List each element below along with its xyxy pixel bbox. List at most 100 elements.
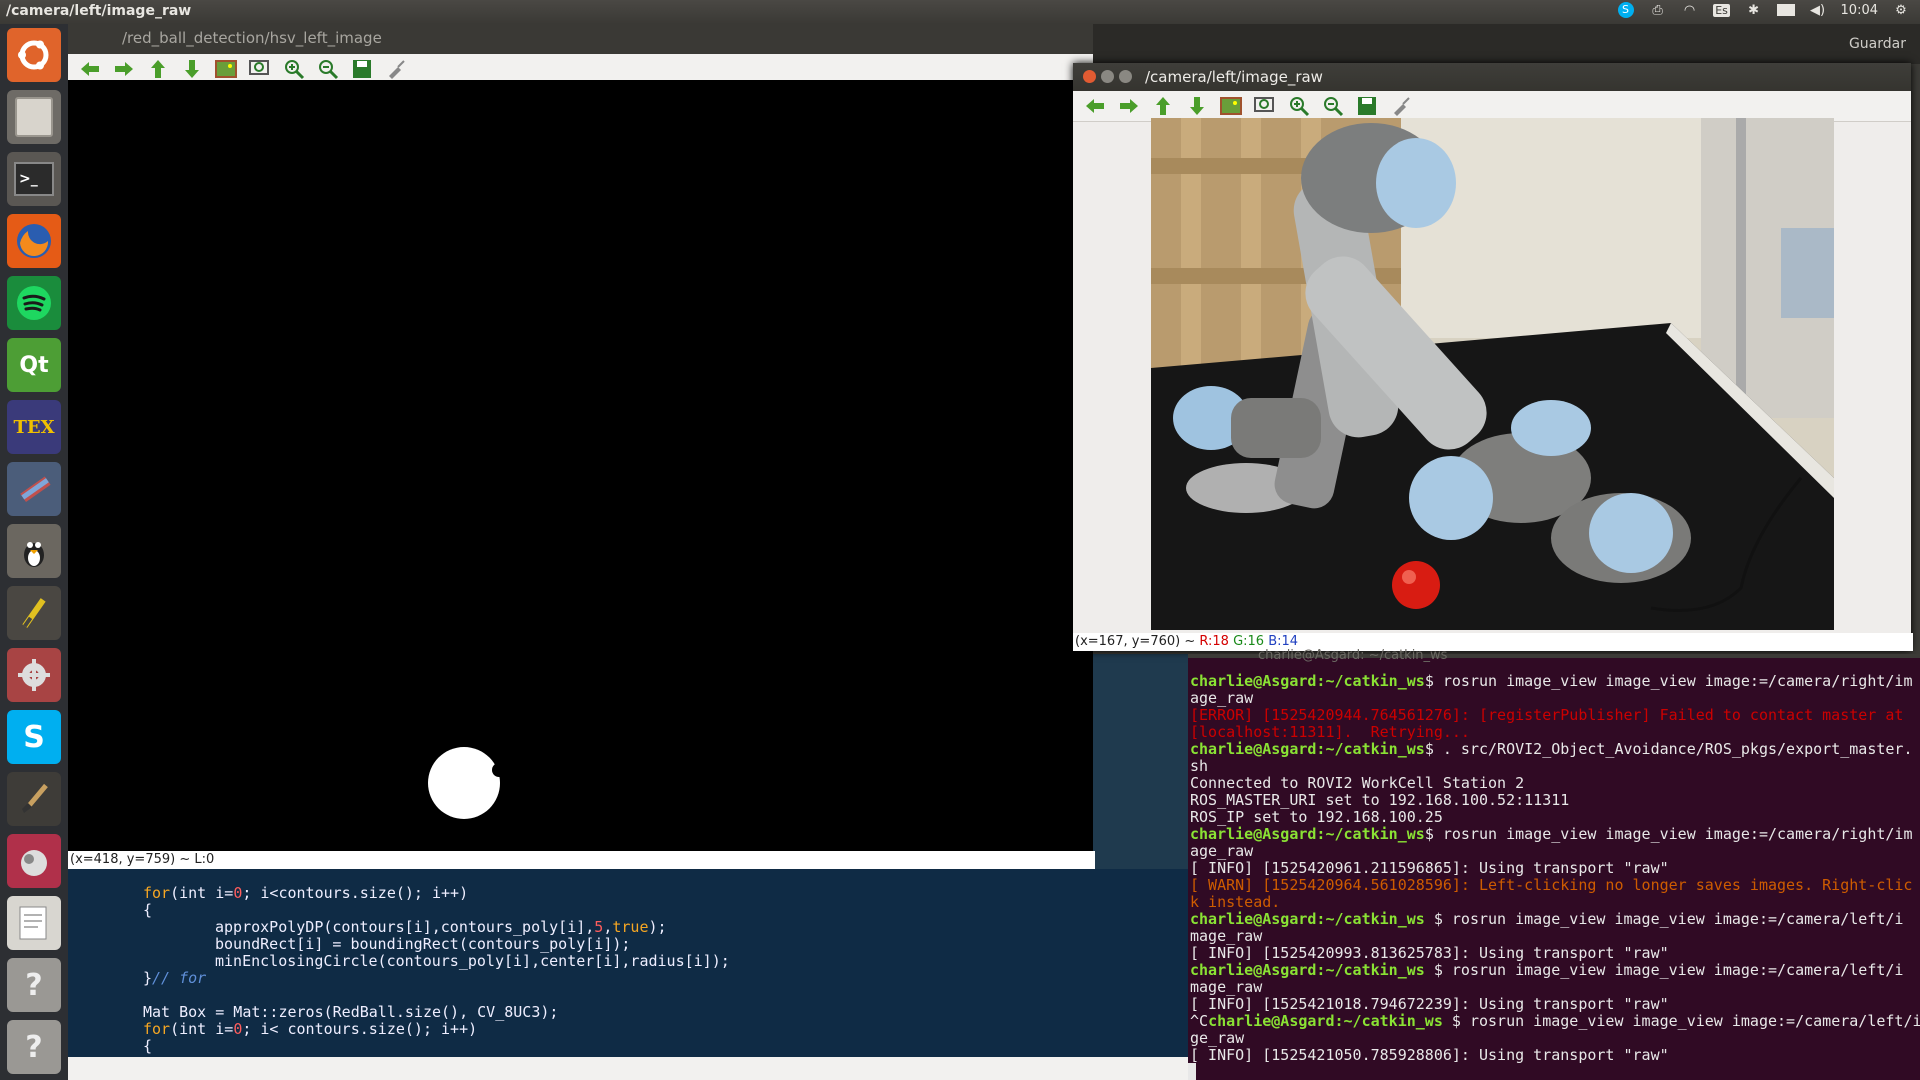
hsv-image-canvas[interactable] [68,80,1093,851]
terminal-error-text: [localhost:11311]. Retrying... [1190,723,1470,741]
clear-icon[interactable] [1387,94,1415,118]
settings-icon[interactable] [7,648,61,702]
printer-icon[interactable]: ⎙ [1649,2,1667,18]
camera-window-title: /camera/left/image_raw [1145,68,1323,86]
zoom-fit-icon[interactable] [1251,94,1279,118]
zoom-fit-icon[interactable] [246,57,274,81]
camera-status-b: B:14 [1268,634,1299,649]
terminal-output-text: age_raw [1190,689,1254,707]
terminal-output-text: Connected to ROVI2 WorkCell Station 2 [1190,774,1525,792]
camera-image-window: /camera/left/image_raw (x=167, y=760) ~ … [1073,63,1913,651]
ros-icon[interactable] [7,834,61,888]
qt-creator-icon[interactable]: Qt [7,338,61,392]
zoom-out-icon[interactable] [314,57,342,81]
terminal-error-text: [ERROR] [1525420944.764561276]: [registe… [1190,706,1904,724]
terminal-line: charlie@Asgard:~/catkin_ws$ rosrun image… [1190,825,1912,843]
terminal-line: [ WARN] [1525420964.561028596]: Left-cli… [1190,876,1912,894]
camera-image-canvas[interactable] [1151,118,1834,630]
wifi-icon[interactable]: ◠ [1681,2,1699,18]
volume-icon[interactable]: ◀) [1809,2,1827,18]
minimize-window-icon[interactable] [1101,70,1114,83]
terminal-line: [ERROR] [1525420944.764561276]: [registe… [1190,706,1903,724]
camera-window-titlebar[interactable]: /camera/left/image_raw [1073,63,1911,91]
ubuntu-logo-icon[interactable] [7,28,61,82]
code-line: { [143,1037,153,1055]
image-icon[interactable] [1217,94,1245,118]
spotify-icon[interactable] [7,276,61,330]
editor-icon[interactable] [7,586,61,640]
save-icon[interactable] [1353,94,1381,118]
terminal-line: charlie@Asgard:~/catkin_ws$ . src/ROVI2_… [1190,740,1912,758]
hsv-window-title: /red_ball_detection/hsv_left_image [122,29,382,47]
terminal-output-text: [ INFO] [1525420961.211596865]: Using tr… [1190,859,1669,877]
texmaker-icon[interactable]: TEX [7,400,61,454]
back-arrow-icon[interactable] [76,57,104,81]
code-line: for(int i=0; i< contours.size(); i++) [143,1020,478,1038]
detected-ball-mask [428,747,506,819]
close-window-icon[interactable] [1083,70,1096,83]
guardar-button[interactable]: Guardar [1849,36,1906,52]
terminal-line: ROS_MASTER_URI set to 192.168.100.52:113… [1190,791,1569,809]
terminal-cursor [1188,1063,1196,1080]
zoom-out-icon[interactable] [1319,94,1347,118]
unknown-app-icon[interactable]: ? [7,1020,61,1074]
back-arrow-icon[interactable] [1081,94,1109,118]
bluetooth-icon[interactable]: ✱ [1745,2,1763,18]
gimp-icon[interactable] [7,524,61,578]
terminal-prompt: charlie@Asgard:~/catkin_ws [1190,910,1425,928]
unknown-app-icon[interactable]: ? [7,958,61,1012]
terminal-window[interactable]: charlie@Asgard: ~/catkin_ws charlie@Asga… [1188,648,1920,1080]
image-icon[interactable] [212,57,240,81]
save-icon[interactable] [348,57,376,81]
code-line: for(int i=0; i<contours.size(); i++) [143,884,469,902]
down-arrow-icon[interactable] [1183,94,1211,118]
files-icon[interactable] [7,90,61,144]
forward-arrow-icon[interactable] [1115,94,1143,118]
terminal-line: charlie@Asgard:~/catkin_ws$ rosrun image… [1190,672,1912,690]
qtcreator-tool-icon[interactable] [7,462,61,516]
terminal-line: [ INFO] [1525421050.785928806]: Using tr… [1190,1046,1669,1064]
down-arrow-icon[interactable] [178,57,206,81]
terminal-line: mage_raw [1190,927,1262,945]
terminal-line: [localhost:11311]. Retrying... [1190,723,1470,741]
firefox-icon[interactable] [7,214,61,268]
terminal-command: $ rosrun image_view image_view image:=/c… [1424,961,1904,979]
terminal-command: $ rosrun image_view image_view image:=/c… [1424,672,1913,690]
terminal-command: $ rosrun image_view image_view image:=/c… [1424,825,1913,843]
skype-icon[interactable]: S [7,710,61,764]
terminal-line: ge_raw [1190,1029,1244,1047]
code-line: minEnclosingCircle(contours_poly[i],cent… [215,952,730,970]
battery-icon[interactable] [1776,2,1795,18]
settings-gear-icon[interactable]: ⚙ [1892,2,1910,18]
terminal-line: age_raw [1190,842,1253,860]
up-arrow-icon[interactable] [144,57,172,81]
terminal-line: charlie@Asgard:~/catkin_ws $ rosrun imag… [1190,961,1903,979]
terminal-prompt: charlie@Asgard:~/catkin_ws [1190,740,1425,758]
forward-arrow-icon[interactable] [110,57,138,81]
text-editor-icon[interactable] [7,896,61,950]
code-editor[interactable]: for(int i=0; i<contours.size(); i++) { a… [68,869,1188,1057]
terminal-prompt: charlie@Asgard:~/catkin_ws [1190,825,1425,843]
code-line: Mat Box = Mat::zeros(RedBall.size(), CV_… [143,1003,559,1021]
skype-icon[interactable]: S [1617,2,1635,18]
zoom-in-icon[interactable] [280,57,308,81]
paint-brush-icon[interactable] [7,772,61,826]
terminal-icon[interactable]: >_ [7,152,61,206]
terminal-command: $ rosrun image_view image_view image:=/c… [1442,1012,1920,1030]
camera-status-coords: (x=167, y=760) ~ [1075,634,1200,649]
terminal-output-text: ROS_IP set to 192.168.100.25 [1190,808,1443,826]
zoom-in-icon[interactable] [1285,94,1313,118]
terminal-line: [ INFO] [1525420961.211596865]: Using tr… [1190,859,1669,877]
hsv-window-titlebar[interactable]: /red_ball_detection/hsv_left_image [68,24,1093,54]
terminal-output-text: ROS_MASTER_URI set to 192.168.100.52:113… [1190,791,1570,809]
interrupt-marker: ^C [1190,1012,1209,1030]
terminal-line: Connected to ROVI2 WorkCell Station 2 [1190,774,1524,792]
robot-arm-photo [1151,118,1834,630]
keyboard-icon[interactable]: Es [1713,2,1731,18]
top-panel: /camera/left/image_raw S ⎙ ◠ Es ✱ ◀) 10:… [0,0,1920,24]
terminal-line: [ INFO] [1525421018.794672239]: Using tr… [1190,995,1669,1013]
clock[interactable]: 10:04 [1841,3,1878,18]
up-arrow-icon[interactable] [1149,94,1177,118]
maximize-window-icon[interactable] [1119,70,1132,83]
clear-icon[interactable] [382,57,410,81]
